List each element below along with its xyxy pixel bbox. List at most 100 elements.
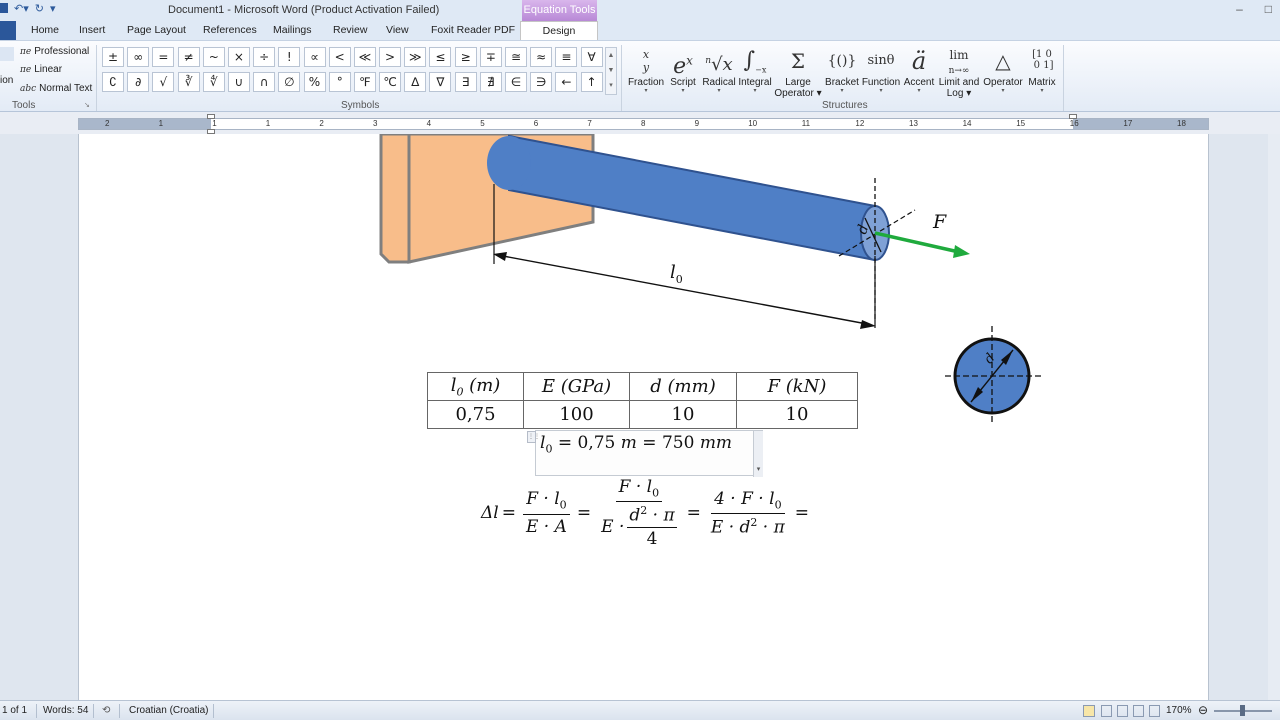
- symbol-button[interactable]: ∪: [227, 72, 250, 92]
- tab-mailings[interactable]: Mailings: [273, 24, 312, 36]
- symbol-button[interactable]: <: [328, 47, 351, 67]
- symbol-button[interactable]: ←: [555, 72, 578, 92]
- symbol-button[interactable]: ℃: [379, 72, 402, 92]
- symbol-button[interactable]: ±: [102, 47, 124, 67]
- bracket-button[interactable]: {()} Bracket ▾: [824, 45, 860, 95]
- page-count[interactable]: 1 of 1: [2, 705, 27, 716]
- symbol-button[interactable]: ≥: [454, 47, 477, 67]
- symbol-button[interactable]: ∝: [303, 47, 326, 67]
- equation-move-handle[interactable]: ⋮⋮: [527, 431, 540, 443]
- symbol-button[interactable]: ∛: [177, 72, 200, 92]
- normal-text-button[interactable]: abc Normal Text: [20, 83, 92, 94]
- equation-button-label[interactable]: ion: [0, 75, 13, 86]
- symbol-button[interactable]: ∇: [429, 72, 452, 92]
- symbol-button[interactable]: ∁: [102, 72, 124, 92]
- symbol-button[interactable]: ↑: [580, 72, 603, 92]
- tab-design[interactable]: Design: [520, 21, 598, 40]
- equation-options-dropdown[interactable]: ▾: [753, 431, 763, 477]
- function-button[interactable]: sinθ Function ▾: [861, 45, 901, 95]
- symbol-button[interactable]: ≪: [353, 47, 376, 67]
- symbol-button[interactable]: ∋: [530, 72, 553, 92]
- symbol-button[interactable]: ÷: [253, 47, 276, 67]
- table-cell[interactable]: 10: [629, 400, 737, 429]
- equation-edit-box[interactable]: ⋮⋮ l0 = 0,75 m = 750 mm ▾: [527, 430, 763, 477]
- symbol-button[interactable]: ≅: [505, 47, 527, 67]
- document-page[interactable]: d F l0 d l0 (m) E (GPa) d (mm) F (kN) 0,…: [78, 134, 1209, 700]
- outline-view-icon[interactable]: [1133, 705, 1144, 717]
- tab-view[interactable]: View: [386, 24, 409, 36]
- symbol-button[interactable]: ×: [227, 47, 250, 67]
- table-cell[interactable]: 10: [736, 400, 858, 429]
- script-button[interactable]: ex Script ▾: [668, 45, 698, 95]
- symbol-button[interactable]: ≤: [429, 47, 452, 67]
- language-indicator[interactable]: Croatian (Croatia): [129, 705, 208, 716]
- professional-button[interactable]: πe Professional: [20, 46, 89, 57]
- symbol-button[interactable]: ≠: [177, 47, 200, 67]
- tools-dialog-launcher-icon[interactable]: ↘: [84, 101, 90, 109]
- tab-page-layout[interactable]: Page Layout: [127, 24, 186, 36]
- symbol-button[interactable]: ~: [202, 47, 225, 67]
- symbol-button[interactable]: ∆: [404, 72, 427, 92]
- matrix-button[interactable]: [1 0 0 1] Matrix ▾: [1026, 45, 1058, 95]
- table-cell[interactable]: 0,75: [427, 400, 524, 429]
- large-operator-button[interactable]: Σ Large Operator ▾: [774, 45, 822, 99]
- integral-button[interactable]: ∫−x Integral ▾: [738, 45, 772, 95]
- tab-home[interactable]: Home: [31, 24, 59, 36]
- zoom-slider-thumb[interactable]: [1240, 705, 1245, 716]
- minimize-icon[interactable]: –: [1236, 2, 1243, 16]
- symbol-button[interactable]: ≈: [530, 47, 553, 67]
- tab-insert[interactable]: Insert: [79, 24, 105, 36]
- symbol-button[interactable]: ∄: [479, 72, 502, 92]
- symbol-button[interactable]: ∜: [202, 72, 225, 92]
- symbol-button[interactable]: °: [328, 72, 351, 92]
- symbol-button[interactable]: ≫: [404, 47, 427, 67]
- symbol-button[interactable]: ∈: [505, 72, 527, 92]
- symbol-button[interactable]: ∞: [127, 47, 150, 67]
- zoom-out-icon[interactable]: ⊖: [1198, 703, 1208, 717]
- symbol-button[interactable]: ∂: [127, 72, 150, 92]
- symbol-button[interactable]: =: [152, 47, 175, 67]
- symbol-button[interactable]: ≡: [555, 47, 578, 67]
- table-header-cell[interactable]: d (mm): [629, 372, 737, 401]
- linear-button[interactable]: πe Linear: [20, 64, 62, 75]
- symbol-button[interactable]: ∅: [278, 72, 301, 92]
- save-icon[interactable]: [0, 3, 8, 13]
- word-count[interactable]: Words: 54: [43, 705, 88, 716]
- table-header-cell[interactable]: E (GPa): [523, 372, 630, 401]
- vertical-scrollbar[interactable]: [1268, 134, 1280, 700]
- symbol-button[interactable]: >: [379, 47, 402, 67]
- maximize-icon[interactable]: □: [1265, 2, 1272, 16]
- elongation-equation[interactable]: Δl = F · l0 E · A = F · l0 E · d2 · π 4 …: [481, 477, 812, 549]
- symbol-button[interactable]: √: [152, 72, 175, 92]
- table-header-cell[interactable]: F (kN): [736, 372, 858, 401]
- redo-icon[interactable]: ↻: [35, 2, 44, 15]
- zoom-level[interactable]: 170%: [1166, 705, 1192, 716]
- symbols-gallery-scroll[interactable]: ▲ ▼ ▾: [605, 47, 617, 95]
- symbol-button[interactable]: ∃: [454, 72, 477, 92]
- full-screen-reading-icon[interactable]: [1101, 705, 1112, 717]
- undo-icon[interactable]: ↶▾: [14, 2, 29, 15]
- symbol-button[interactable]: ∓: [479, 47, 502, 67]
- draft-view-icon[interactable]: [1149, 705, 1160, 717]
- symbol-button[interactable]: !: [278, 47, 301, 67]
- fraction-button[interactable]: xy Fraction ▾: [626, 45, 666, 95]
- accent-button[interactable]: ä Accent ▾: [903, 45, 935, 95]
- file-tab[interactable]: [0, 21, 16, 40]
- symbol-button[interactable]: %: [303, 72, 326, 92]
- table-header-cell[interactable]: l0 (m): [427, 372, 524, 401]
- radical-button[interactable]: n√x Radical ▾: [702, 45, 736, 95]
- symbol-button[interactable]: ℉: [353, 72, 376, 92]
- tab-foxit-reader-pdf[interactable]: Foxit Reader PDF: [431, 24, 515, 36]
- print-layout-view-icon[interactable]: [1083, 705, 1095, 717]
- limit-and-log-button[interactable]: lim n→∞ Limit and Log ▾: [937, 45, 981, 99]
- tab-review[interactable]: Review: [333, 24, 367, 36]
- symbol-button[interactable]: ∀: [580, 47, 603, 67]
- table-cell[interactable]: 100: [523, 400, 630, 429]
- symbol-button[interactable]: ∩: [253, 72, 276, 92]
- length-conversion-equation[interactable]: l0 = 0,75 m = 750 mm: [540, 433, 732, 455]
- customize-qat-icon[interactable]: ▾: [50, 2, 56, 15]
- equation-icon[interactable]: [0, 47, 14, 61]
- proofing-icon[interactable]: ⟲: [102, 705, 110, 716]
- horizontal-ruler[interactable]: 2 1 1 1 2 3 4 5 6 7 8 9 10 11 12 13 14 15 16 17 18: [78, 114, 1209, 134]
- tab-references[interactable]: References: [203, 24, 257, 36]
